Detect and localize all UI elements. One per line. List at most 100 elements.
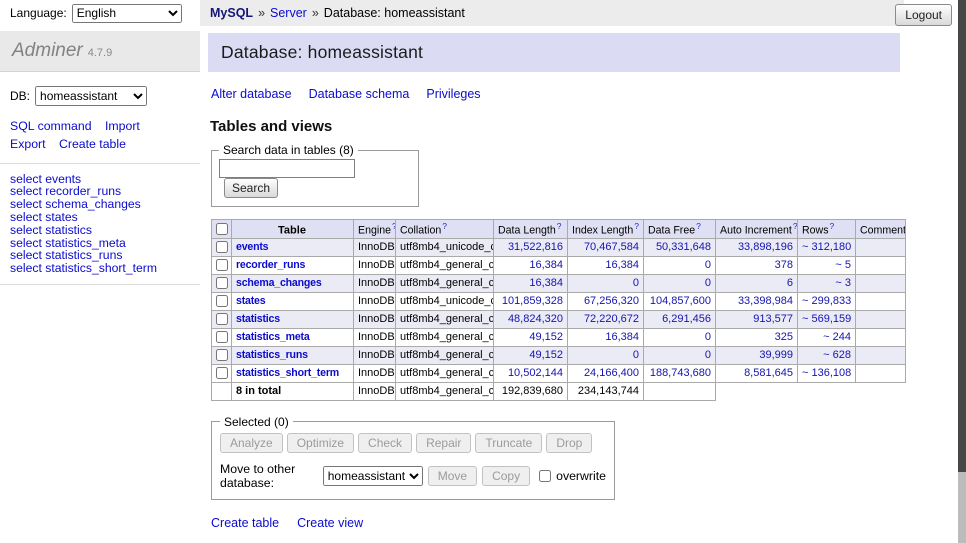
selected-action-button[interactable]: Drop	[546, 433, 592, 453]
overwrite-checkbox[interactable]	[539, 470, 551, 482]
copy-button[interactable]: Copy	[482, 466, 530, 486]
data-free-link[interactable]: 0	[705, 349, 711, 361]
help-icon[interactable]: ?	[830, 221, 835, 231]
index-length-link[interactable]: 70,467,584	[584, 241, 639, 253]
help-icon[interactable]: ?	[696, 221, 701, 231]
selected-action-button[interactable]: Check	[358, 433, 412, 453]
comment-cell	[856, 256, 906, 274]
sidebar-action-link[interactable]: Import	[105, 119, 140, 133]
row-checkbox[interactable]	[216, 331, 228, 343]
auto-increment-link[interactable]: 913,577	[753, 313, 793, 325]
auto-increment-link[interactable]: 33,398,984	[738, 295, 793, 307]
sidebar-table-link[interactable]: select states	[10, 211, 200, 224]
data-free-cell: 50,331,648	[644, 238, 716, 256]
row-checkbox[interactable]	[216, 313, 228, 325]
data-free-link[interactable]: 0	[705, 331, 711, 343]
index-length-link[interactable]: 67,256,320	[584, 295, 639, 307]
help-icon[interactable]: ?	[793, 221, 798, 231]
database-nav-link[interactable]: Privileges	[426, 87, 480, 101]
rows-link[interactable]: ~ 3	[835, 277, 851, 289]
database-nav-link[interactable]: Database schema	[309, 87, 410, 101]
search-input[interactable]	[219, 159, 355, 178]
rows-link[interactable]: ~ 136,108	[802, 367, 851, 379]
logout-button[interactable]: Logout	[895, 4, 952, 26]
row-checkbox[interactable]	[216, 349, 228, 361]
table-name-link[interactable]: statistics_runs	[236, 349, 308, 361]
rows-link[interactable]: ~ 312,180	[802, 241, 851, 253]
row-checkbox[interactable]	[216, 367, 228, 379]
auto-increment-link[interactable]: 39,999	[759, 349, 793, 361]
auto-increment-link[interactable]: 6	[787, 277, 793, 289]
rows-link[interactable]: ~ 299,833	[802, 295, 851, 307]
row-select-cell	[212, 256, 232, 274]
search-button[interactable]: Search	[224, 178, 278, 198]
database-nav-link[interactable]: Alter database	[211, 87, 292, 101]
rows-link[interactable]: ~ 244	[823, 331, 851, 343]
selected-action-button[interactable]: Optimize	[287, 433, 354, 453]
overwrite-label: overwrite	[556, 469, 606, 483]
row-checkbox[interactable]	[216, 241, 228, 253]
select-all-checkbox[interactable]	[216, 223, 228, 235]
data-free-link[interactable]: 6,291,456	[662, 313, 711, 325]
help-icon[interactable]: ?	[557, 221, 562, 231]
breadcrumb-root-link[interactable]: MySQL	[210, 6, 253, 20]
create-link[interactable]: Create view	[297, 516, 363, 530]
selected-action-button[interactable]: Repair	[416, 433, 471, 453]
help-icon[interactable]: ?	[392, 221, 396, 231]
table-name-link[interactable]: states	[236, 295, 265, 307]
data-length-link[interactable]: 49,152	[529, 349, 563, 361]
row-checkbox[interactable]	[216, 277, 228, 289]
row-checkbox[interactable]	[216, 259, 228, 271]
help-icon[interactable]: ?	[442, 221, 447, 231]
auto-increment-link[interactable]: 378	[775, 259, 793, 271]
data-length-link[interactable]: 49,152	[529, 331, 563, 343]
table-name-link[interactable]: statistics_short_term	[236, 367, 339, 379]
sidebar-action-link[interactable]: SQL command	[10, 119, 92, 133]
move-button[interactable]: Move	[428, 466, 477, 486]
data-free-link[interactable]: 50,331,648	[656, 241, 711, 253]
create-link[interactable]: Create table	[211, 516, 279, 530]
move-db-select[interactable]: homeassistant	[323, 466, 423, 486]
index-length-link[interactable]: 16,384	[605, 259, 639, 271]
rows-link[interactable]: ~ 569,159	[802, 313, 851, 325]
index-length-link[interactable]: 16,384	[605, 331, 639, 343]
index-length-link[interactable]: 24,166,400	[584, 367, 639, 379]
sidebar-table-link[interactable]: select statistics	[10, 224, 200, 237]
breadcrumb-server-link[interactable]: Server	[270, 6, 307, 20]
table-name-link[interactable]: statistics	[236, 313, 280, 325]
table-name-link[interactable]: schema_changes	[236, 277, 322, 289]
db-select[interactable]: homeassistant	[35, 86, 147, 106]
auto-increment-link[interactable]: 325	[775, 331, 793, 343]
table-name-link[interactable]: events	[236, 241, 268, 253]
index-length-link[interactable]: 0	[633, 349, 639, 361]
table-name-link[interactable]: recorder_runs	[236, 259, 305, 271]
row-checkbox[interactable]	[216, 295, 228, 307]
data-length-link[interactable]: 16,384	[529, 277, 563, 289]
column-header-label: Data Free	[648, 225, 695, 237]
data-free-link[interactable]: 0	[705, 277, 711, 289]
help-icon[interactable]: ?	[634, 221, 639, 231]
data-free-link[interactable]: 0	[705, 259, 711, 271]
index-length-link[interactable]: 72,220,672	[584, 313, 639, 325]
selected-action-button[interactable]: Truncate	[475, 433, 542, 453]
data-length-link[interactable]: 101,859,328	[502, 295, 563, 307]
rows-link[interactable]: ~ 628	[823, 349, 851, 361]
data-free-link[interactable]: 104,857,600	[650, 295, 711, 307]
language-select[interactable]: English	[72, 4, 182, 23]
data-free-link[interactable]: 188,743,680	[650, 367, 711, 379]
index-length-link[interactable]: 0	[633, 277, 639, 289]
data-length-link[interactable]: 16,384	[529, 259, 563, 271]
sidebar-table-link[interactable]: select statistics_short_term	[10, 262, 200, 275]
auto-increment-link[interactable]: 8,581,645	[744, 367, 793, 379]
data-length-link[interactable]: 48,824,320	[508, 313, 563, 325]
sidebar-action-link[interactable]: Create table	[59, 137, 126, 151]
table-name-link[interactable]: statistics_meta	[236, 331, 310, 343]
vertical-scrollbar[interactable]	[958, 0, 966, 543]
scrollbar-thumb[interactable]	[958, 0, 966, 472]
selected-action-button[interactable]: Analyze	[220, 433, 283, 453]
sidebar-action-link[interactable]: Export	[10, 137, 46, 151]
data-length-link[interactable]: 31,522,816	[508, 241, 563, 253]
auto-increment-link[interactable]: 33,898,196	[738, 241, 793, 253]
data-length-link[interactable]: 10,502,144	[508, 367, 563, 379]
rows-link[interactable]: ~ 5	[835, 259, 851, 271]
